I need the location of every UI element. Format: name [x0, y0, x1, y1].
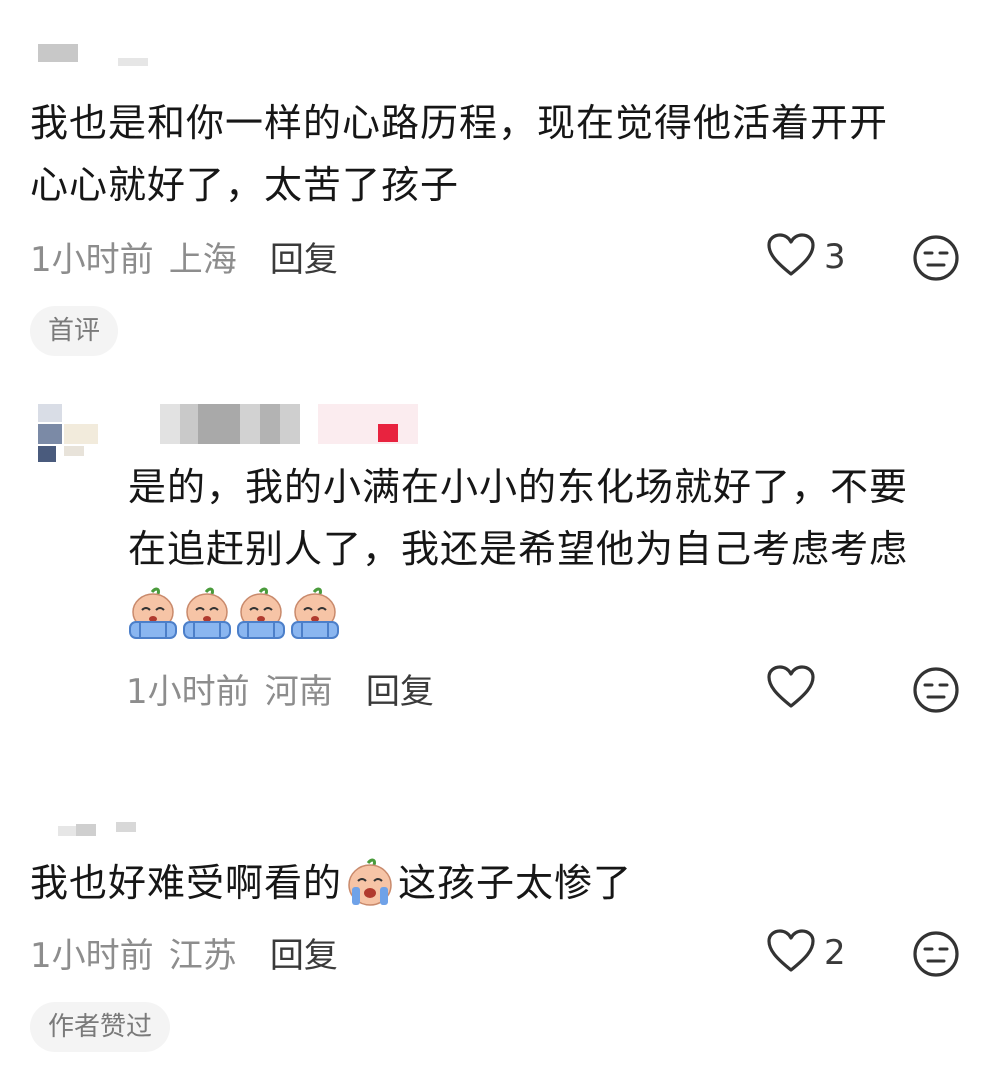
comment-meta: 1小时前 河南 回复	[126, 664, 434, 713]
user-tag-blurred	[318, 404, 418, 444]
timestamp: 1小时前	[30, 240, 154, 280]
crying-emoji	[288, 586, 342, 642]
username-blurred[interactable]	[58, 822, 142, 838]
neutral-face-icon[interactable]	[912, 234, 960, 286]
neutral-face-icon[interactable]	[912, 666, 960, 718]
location: 上海	[168, 240, 237, 280]
comment-meta: 1小时前 上海 回复	[30, 232, 338, 281]
neutral-face-icon[interactable]	[912, 930, 960, 982]
avatar[interactable]	[38, 404, 100, 464]
crying-emoji	[180, 586, 234, 642]
location: 江苏	[168, 936, 237, 976]
timestamp: 1小时前	[30, 936, 154, 976]
comment-text-line: 心心就好了，太苦了孩子	[30, 163, 460, 207]
comment-text-line: 在追赶别人了，我还是希望他为自己考虑考虑	[128, 527, 909, 571]
like-button[interactable]: 2	[766, 928, 846, 978]
first-comment-badge: 首评	[30, 306, 119, 356]
emoji-row	[126, 586, 342, 642]
crying-emoji	[126, 586, 180, 642]
author-liked-badge: 作者赞过	[30, 1002, 171, 1052]
like-button[interactable]	[766, 664, 816, 714]
like-count: 2	[824, 933, 846, 973]
username-blurred-2	[118, 58, 148, 66]
location: 河南	[264, 672, 333, 712]
comment-meta: 1小时前 江苏 回复	[30, 928, 338, 977]
reply-button[interactable]: 回复	[270, 240, 338, 280]
heart-outline-icon	[766, 232, 816, 282]
comment-text: 我也好难受啊看的 这孩子太惨了	[30, 852, 632, 914]
crying-emoji	[234, 586, 288, 642]
heart-outline-icon	[766, 665, 816, 714]
timestamp: 1小时前	[126, 672, 250, 712]
heart-outline-icon	[766, 928, 816, 978]
comment-text-line: 我也是和你一样的心路历程，现在觉得他活着开开	[30, 101, 889, 145]
username-blurred[interactable]	[160, 404, 300, 444]
username-blurred[interactable]	[38, 44, 78, 62]
comment-text-part: 我也好难受啊看的	[30, 861, 343, 905]
like-button[interactable]: 3	[766, 232, 846, 282]
reply-button[interactable]: 回复	[270, 936, 338, 976]
reply-button[interactable]: 回复	[366, 672, 434, 712]
like-count: 3	[824, 237, 846, 277]
crying-emoji	[344, 857, 396, 909]
comment-text-part: 这孩子太惨了	[398, 861, 633, 905]
comment-text-line: 是的，我的小满在小小的东化场就好了，不要	[128, 465, 909, 509]
